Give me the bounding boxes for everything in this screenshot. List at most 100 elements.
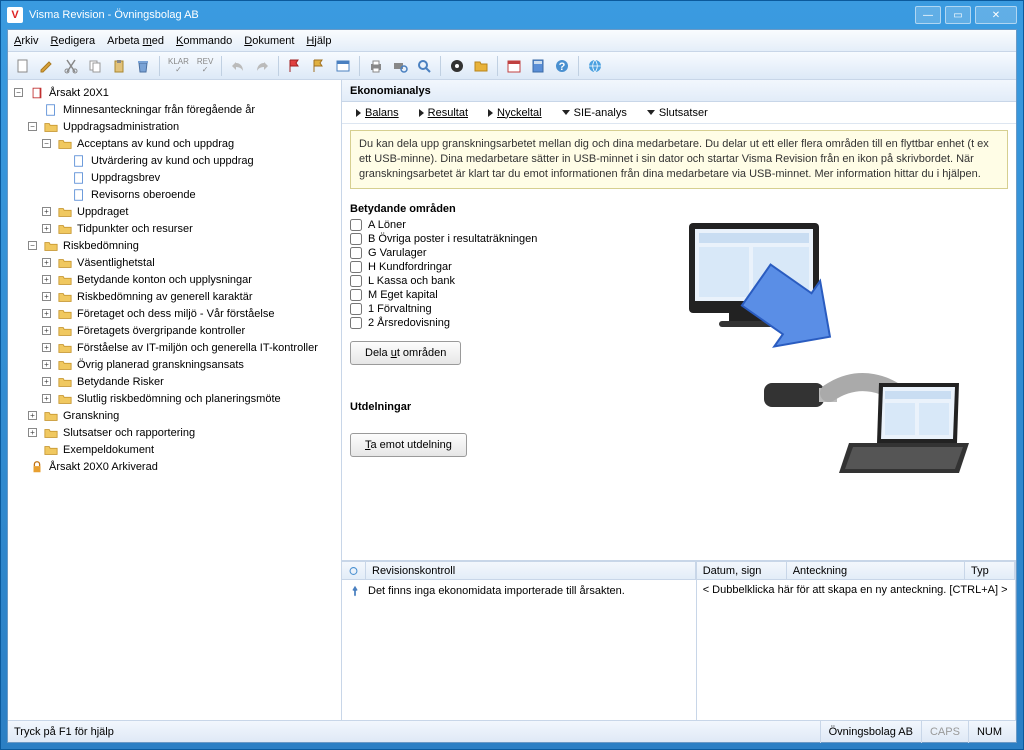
tree-item[interactable]: Exempeldokument	[26, 441, 339, 458]
expand-icon[interactable]: +	[42, 326, 51, 335]
expand-icon[interactable]: +	[42, 377, 51, 386]
area-checkbox[interactable]: 1 Förvaltning	[350, 303, 610, 315]
tab-nyckeltal[interactable]: Nyckeltal	[480, 107, 550, 119]
lock-icon	[29, 459, 45, 475]
tree-item[interactable]: +Granskning	[26, 407, 339, 424]
app-window: V Visma Revision - Övningsbolag AB — ▭ ✕…	[0, 0, 1024, 750]
collapse-icon[interactable]: −	[28, 241, 37, 250]
tree-panel[interactable]: − Årsakt 20X1 Minnesanteckningar från fö…	[8, 80, 342, 720]
area-checkbox[interactable]: M Eget kapital	[350, 289, 610, 301]
tab-resultat[interactable]: Resultat	[411, 107, 476, 119]
tree-archived[interactable]: Årsakt 20X0 Arkiverad	[12, 458, 339, 475]
menu-arbeta-med[interactable]: Arbeta med	[107, 35, 164, 47]
tree-root[interactable]: − Årsakt 20X1	[12, 84, 339, 101]
flag-b-icon[interactable]	[308, 55, 330, 77]
new-icon[interactable]	[12, 55, 34, 77]
calc-icon[interactable]	[527, 55, 549, 77]
tri-down-icon	[647, 110, 655, 115]
tree-item[interactable]: Minnesanteckningar från föregående år	[26, 101, 339, 118]
print-preview-icon[interactable]	[389, 55, 411, 77]
area-checkbox[interactable]: A Löner	[350, 219, 610, 231]
undo-icon[interactable]	[227, 55, 249, 77]
help-icon[interactable]: ?	[551, 55, 573, 77]
tab-balans[interactable]: Balans	[348, 107, 407, 119]
expand-icon[interactable]: +	[42, 207, 51, 216]
rev-icon[interactable]: REV✓	[194, 55, 216, 77]
menu-dokument[interactable]: Dokument	[244, 35, 294, 47]
tree-item[interactable]: −Uppdragsadministration	[26, 118, 339, 135]
tree-label: Utvärdering av kund och uppdrag	[91, 155, 254, 167]
tree-item[interactable]: +Riskbedömning av generell karaktär	[40, 288, 339, 305]
doc-icon	[71, 170, 87, 186]
expand-icon[interactable]: +	[42, 309, 51, 318]
tree-item[interactable]: +Övrig planerad granskningsansats	[40, 356, 339, 373]
tree-item[interactable]: −Riskbedömning	[26, 237, 339, 254]
calendar-icon[interactable]	[503, 55, 525, 77]
collapse-icon[interactable]: −	[42, 139, 51, 148]
collapse-icon[interactable]: −	[28, 122, 37, 131]
search-icon[interactable]	[413, 55, 435, 77]
area-checkbox[interactable]: L Kassa och bank	[350, 275, 610, 287]
tree-item[interactable]: +Betydande Risker	[40, 373, 339, 390]
collapse-icon[interactable]: −	[14, 88, 23, 97]
menu-arkiv[interactable]: Arkiv	[14, 35, 38, 47]
tree-item[interactable]: +Företagets övergripande kontroller	[40, 322, 339, 339]
tree-item[interactable]: + Betydande konton och upplysningar	[40, 271, 339, 288]
area-checkbox[interactable]: H Kundfordringar	[350, 261, 610, 273]
tree-label: Betydande konton och upplysningar	[77, 274, 252, 286]
copy-icon[interactable]	[84, 55, 106, 77]
expand-icon[interactable]: +	[42, 258, 51, 267]
menu-kommando[interactable]: Kommando	[176, 35, 232, 47]
menu-redigera[interactable]: Redigera	[50, 35, 95, 47]
expand-icon[interactable]: +	[28, 428, 37, 437]
folder-icon	[57, 221, 73, 237]
menu-hjalp[interactable]: Hjälp	[306, 35, 331, 47]
edit-icon[interactable]	[36, 55, 58, 77]
paste-icon[interactable]	[108, 55, 130, 77]
tree-item[interactable]: +Slutsatser och rapportering	[26, 424, 339, 441]
globe-icon[interactable]	[584, 55, 606, 77]
tab-slutsatser[interactable]: Slutsatser	[639, 107, 716, 119]
close-button[interactable]: ✕	[975, 6, 1017, 24]
folder-icon	[43, 408, 59, 424]
area-checkbox[interactable]: 2 Årsredovisning	[350, 317, 610, 329]
ta-emot-button[interactable]: Ta emot utdelning	[350, 433, 467, 457]
print-icon[interactable]	[365, 55, 387, 77]
expand-icon[interactable]: +	[42, 360, 51, 369]
cut-icon[interactable]	[60, 55, 82, 77]
tab-sie[interactable]: SIE-analys	[554, 107, 635, 119]
maximize-button[interactable]: ▭	[945, 6, 971, 24]
tree-item[interactable]: Utvärdering av kund och uppdrag	[54, 152, 339, 169]
expand-icon[interactable]: +	[42, 394, 51, 403]
tree-item[interactable]: Revisorns oberoende	[54, 186, 339, 203]
expand-icon[interactable]: +	[42, 292, 51, 301]
delete-icon[interactable]	[132, 55, 154, 77]
dela-ut-button[interactable]: Dela ut områden	[350, 341, 461, 365]
expand-icon[interactable]: +	[42, 224, 51, 233]
area-checkbox[interactable]: B Övriga poster i resultaträkningen	[350, 233, 610, 245]
folder-icon	[57, 340, 73, 356]
tree-item[interactable]: −Acceptans av kund och uppdrag	[40, 135, 339, 152]
tree-item[interactable]: +Förståelse av IT-miljön och generella I…	[40, 339, 339, 356]
tree-item[interactable]: +Uppdraget	[40, 203, 339, 220]
klar-icon[interactable]: KLAR✓	[165, 55, 192, 77]
minimize-button[interactable]: —	[915, 6, 941, 24]
window-icon[interactable]	[332, 55, 354, 77]
disc-icon[interactable]	[446, 55, 468, 77]
tree-item[interactable]: Uppdragsbrev	[54, 169, 339, 186]
redo-icon[interactable]	[251, 55, 273, 77]
tree-item[interactable]: +Tidpunkter och resurser	[40, 220, 339, 237]
flag-a-icon[interactable]	[284, 55, 306, 77]
tree-item[interactable]: +Väsentlighetstal	[40, 254, 339, 271]
expand-icon[interactable]: +	[42, 275, 51, 284]
tri-right-icon	[356, 109, 361, 117]
expand-icon[interactable]: +	[28, 411, 37, 420]
expand-icon[interactable]: +	[42, 343, 51, 352]
area-checkbox[interactable]: G Varulager	[350, 247, 610, 259]
folder-icon	[57, 289, 73, 305]
folder-icon[interactable]	[470, 55, 492, 77]
tree-item[interactable]: +Företaget och dess miljö - Vår förståel…	[40, 305, 339, 322]
tree-item[interactable]: +Slutlig riskbedömning och planeringsmöt…	[40, 390, 339, 407]
anteckning-body[interactable]: < Dubbelklicka här för att skapa en ny a…	[697, 580, 1015, 720]
status-message: Det finns inga ekonomidata importerade t…	[368, 585, 625, 597]
